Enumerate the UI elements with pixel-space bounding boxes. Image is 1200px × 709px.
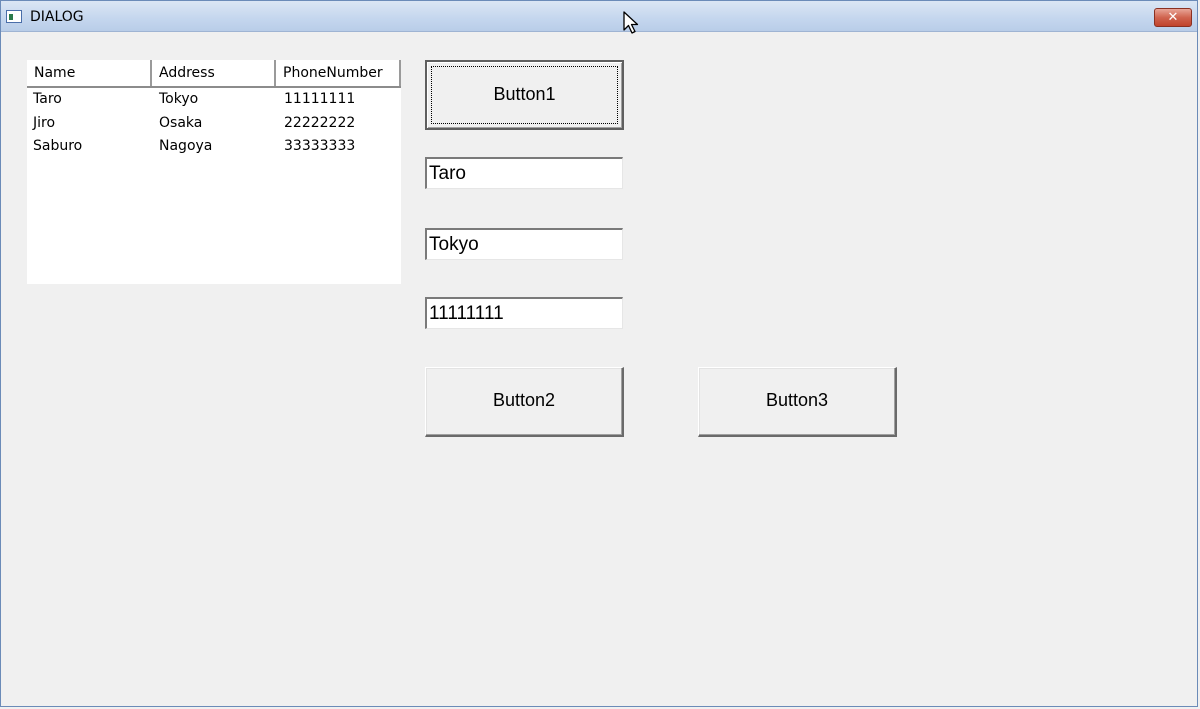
dialog-window: DIALOG ✕ Name Address PhoneNumber Taro T…: [0, 0, 1198, 707]
column-header-address[interactable]: Address: [152, 60, 276, 86]
window-title: DIALOG: [30, 9, 84, 25]
cell-phone: 22222222: [284, 114, 356, 131]
title-bar[interactable]: DIALOG ✕: [1, 1, 1197, 32]
cell-phone: 11111111: [284, 91, 356, 107]
cell-address: Tokyo: [159, 91, 199, 107]
list-rows: Taro Tokyo 11111111 Jiro Osaka 22222222 …: [27, 88, 401, 159]
phone-field[interactable]: [425, 297, 623, 329]
button3[interactable]: Button3: [698, 367, 897, 437]
cell-name: Saburo: [33, 138, 83, 154]
cell-name: Jiro: [33, 114, 56, 131]
column-header-phone[interactable]: PhoneNumber: [276, 60, 401, 86]
close-button[interactable]: ✕: [1154, 8, 1192, 27]
list-item[interactable]: Taro Tokyo 11111111: [27, 88, 401, 112]
mouse-cursor-icon: [623, 11, 639, 34]
button3-label: Button3: [765, 390, 829, 410]
app-window-icon[interactable]: [6, 10, 22, 23]
address-field[interactable]: [425, 228, 623, 260]
cell-name: Taro: [33, 91, 62, 107]
button1-label: Button1: [493, 84, 556, 104]
cell-phone: 33333333: [284, 138, 356, 154]
name-field[interactable]: [425, 157, 623, 189]
cell-address: Osaka: [159, 114, 203, 131]
close-icon: ✕: [1167, 10, 1179, 25]
cell-address: Nagoya: [159, 138, 213, 154]
button2-label: Button2: [492, 390, 556, 410]
list-item[interactable]: Jiro Osaka 22222222: [27, 112, 401, 136]
button1[interactable]: Button1: [425, 60, 624, 130]
button2[interactable]: Button2: [425, 367, 624, 437]
list-item[interactable]: Saburo Nagoya 33333333: [27, 135, 401, 159]
list-header: Name Address PhoneNumber: [27, 60, 401, 88]
column-header-name[interactable]: Name: [27, 60, 152, 86]
contacts-list-view[interactable]: Name Address PhoneNumber Taro Tokyo 1111…: [27, 60, 401, 284]
